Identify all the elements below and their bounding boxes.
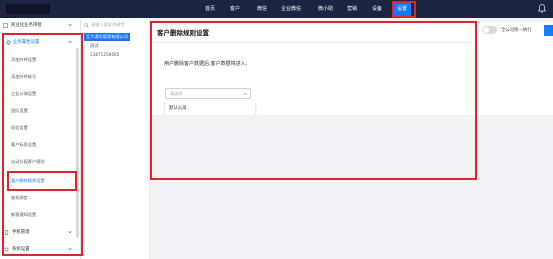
highlight-sidebar (2, 33, 83, 256)
nav-wechat[interactable]: 微信 (257, 0, 267, 18)
app-logo (6, 4, 50, 14)
highlight-main-panel (150, 21, 477, 180)
panel-right-area (474, 22, 553, 115)
org-company-node[interactable]: 至大通讯管理有限公司 (84, 33, 130, 41)
nav-customers[interactable]: 客户 (230, 0, 240, 18)
approval-icon (3, 23, 8, 28)
nav-assistant[interactable]: 微小助 (318, 0, 333, 18)
bell-icon[interactable] (538, 4, 546, 13)
org-tree-panel: 请输入搜索关键字 至大通讯管理有限公司 测试 13871256665 (81, 18, 150, 259)
company-wide-toggle[interactable] (482, 26, 497, 34)
nav-marketing[interactable]: 营销 (347, 0, 357, 18)
toggle-label: 全公司统一执行 (501, 28, 532, 33)
save-button[interactable] (544, 25, 553, 36)
chevron-down-icon (68, 23, 72, 27)
org-dept-node[interactable]: 测试 (90, 43, 98, 49)
search-icon (84, 23, 89, 28)
toggle-knob (483, 27, 489, 33)
org-phone-node[interactable]: 13871256665 (90, 52, 119, 57)
org-search-input[interactable]: 请输入搜索关键字 (91, 22, 125, 28)
top-nav-bar: 首页 客户 微信 企业微信 微小助 营销 设备 设置 (0, 0, 553, 18)
highlight-delete-rules-item (7, 171, 77, 191)
nav-devices[interactable]: 设备 (372, 0, 382, 18)
nav-home[interactable]: 首页 (205, 0, 215, 18)
nav-enterprise-wechat[interactable]: 企业微信 (281, 0, 301, 18)
sidebar-item-approval[interactable]: 商业化业务审批 (11, 22, 42, 28)
highlight-settings-nav (392, 1, 416, 18)
